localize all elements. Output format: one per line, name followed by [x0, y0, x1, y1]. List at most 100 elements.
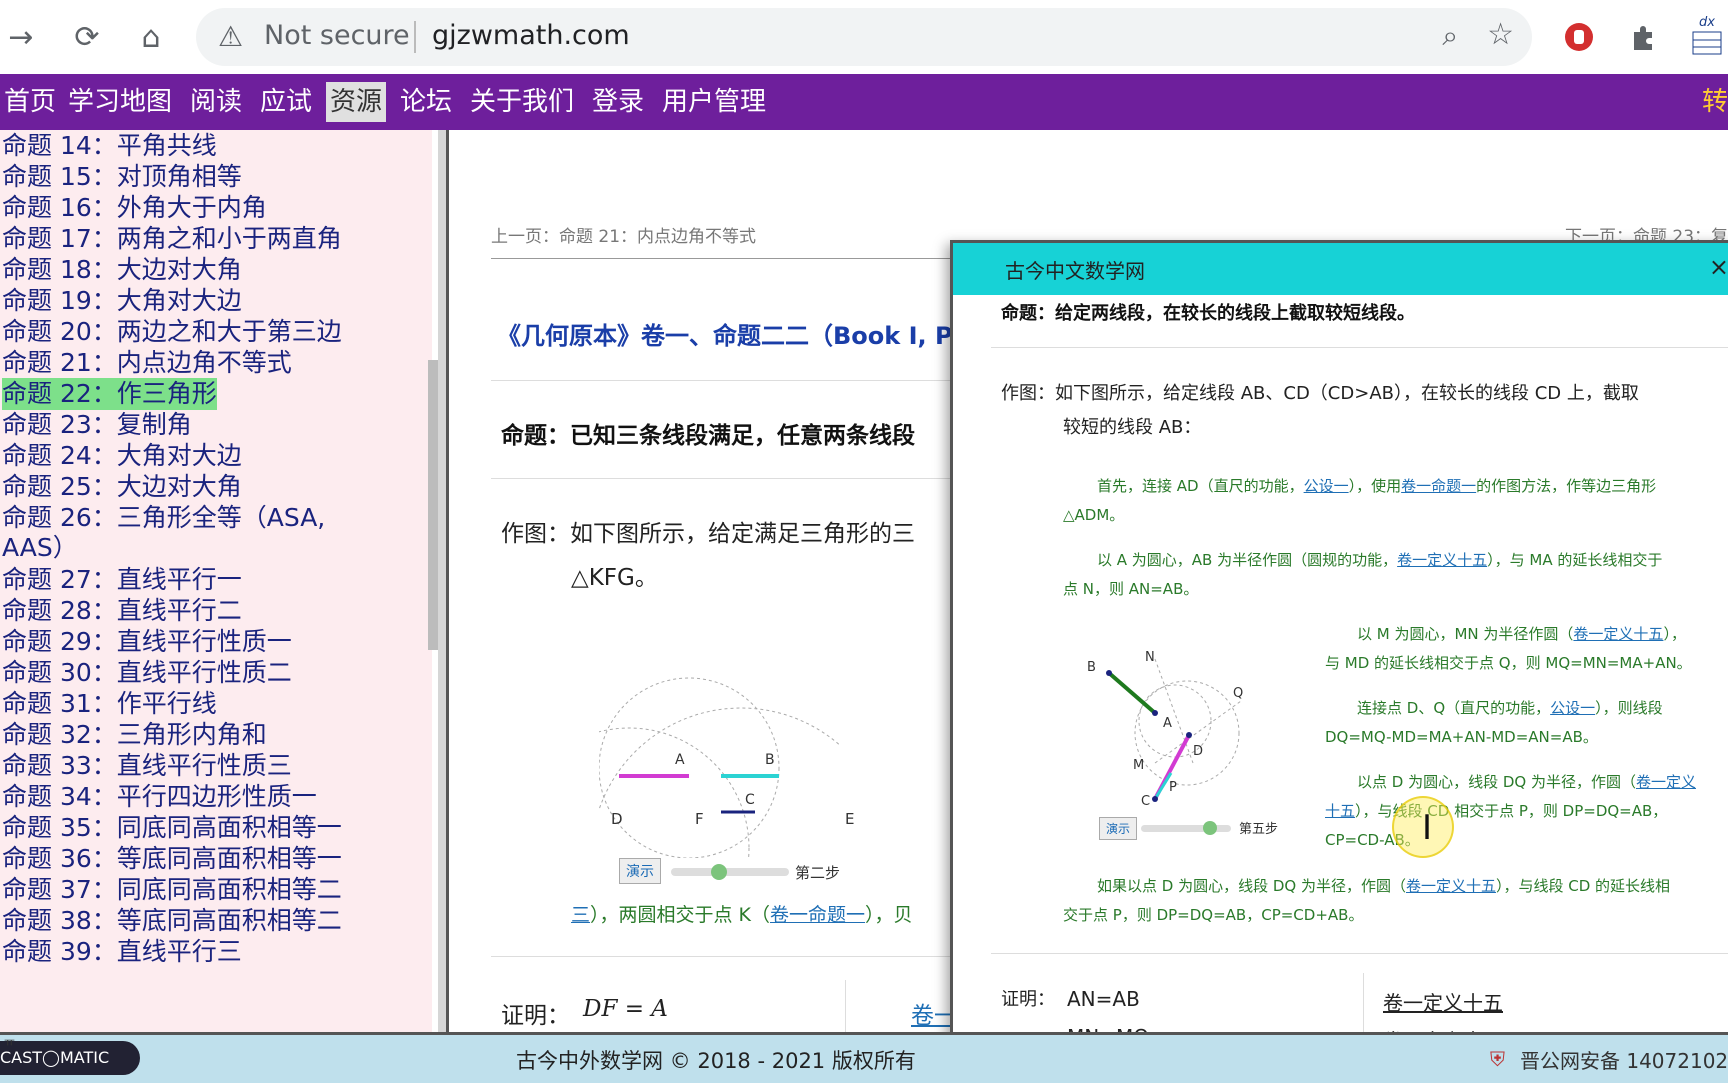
tail-text-c: ），贝: [865, 904, 913, 926]
sidebar-item[interactable]: 命题 24：大角对大边: [2, 440, 242, 472]
step-2-link[interactable]: 卷一定义十五: [1397, 551, 1487, 569]
sidebar-item[interactable]: 命题 37：同底同高面积相等二: [2, 874, 342, 906]
home-icon[interactable]: ⌂: [132, 18, 170, 56]
dialog-demo-button[interactable]: 演示: [1099, 817, 1138, 840]
nav-item-resources[interactable]: 资源: [326, 82, 387, 122]
sidebar-item[interactable]: 命题 33：直线平行性质三: [2, 750, 292, 782]
prev-page-link[interactable]: 上一页：命题 21：内点边角不等式: [491, 222, 756, 247]
step-1-d: △ADM。: [1063, 506, 1125, 524]
dialog-construction-1: 作图：如下图所示，给定线段 AB、CD（CD>AB），在较长的线段 CD 上，截…: [1001, 383, 1639, 404]
zoom-icon[interactable]: ⌕: [1442, 19, 1458, 53]
step-3-a: 以 M 为圆心，MN 为半径作圆（: [1357, 625, 1574, 643]
sidebar-item[interactable]: 命题 29：直线平行性质一: [2, 626, 292, 658]
nav-item-about[interactable]: 关于我们: [466, 82, 578, 122]
sidebar-item[interactable]: 命题 18：大边对大角: [2, 254, 242, 286]
profile-icon[interactable]: dx: [1686, 15, 1728, 56]
sidebar-item[interactable]: 命题 31：作平行线: [2, 688, 217, 720]
step-4-b: ），则线段: [1595, 699, 1663, 717]
sidebar-item[interactable]: 命题 30：直线平行性质二: [2, 657, 292, 689]
sidebar-item[interactable]: 命题 17：两角之和小于两直角: [2, 223, 342, 255]
nav-item-right[interactable]: 转: [1702, 82, 1728, 122]
step-5-a: 以点 D 为圆心，线段 DQ 为半径，作圆（: [1357, 773, 1636, 791]
step-slider-handle[interactable]: [711, 864, 727, 880]
url-text[interactable]: gjzwmath.com: [432, 20, 630, 51]
sidebar-scrollbar[interactable]: [428, 360, 438, 650]
sidebar-item[interactable]: 命题 27：直线平行一: [2, 564, 242, 596]
url-separator: [414, 21, 416, 53]
step-3-link[interactable]: 卷一定义十五: [1573, 625, 1663, 643]
forward-icon[interactable]: →: [2, 18, 40, 56]
nav-item-reading[interactable]: 阅读: [186, 82, 246, 122]
dialog-proof-label: 证明：: [1001, 989, 1055, 1010]
sidebar-item[interactable]: 命题 15：对顶角相等: [2, 161, 242, 193]
figure-label-a: A: [675, 752, 685, 768]
sidebar-item[interactable]: 命题 36：等底同高面积相等一: [2, 843, 342, 875]
warning-icon[interactable]: ⚠: [218, 20, 243, 53]
demo-button[interactable]: 演示: [619, 858, 661, 884]
step-4-c: DQ=MQ-MD=MA+AN-MD=AN=AB。: [1325, 728, 1598, 746]
star-icon[interactable]: ☆: [1487, 17, 1514, 52]
sidebar-item[interactable]: 命题 14：平角共线: [2, 130, 217, 162]
step-4-link[interactable]: 公设一: [1550, 699, 1595, 717]
sidebar-item[interactable]: 命题 21：内点边角不等式: [2, 347, 292, 379]
step-6-link[interactable]: 卷一定义十五: [1406, 877, 1496, 895]
nav-item-exam[interactable]: 应试: [256, 82, 316, 122]
sidebar-item[interactable]: 命题 16：外角大于内角: [2, 192, 267, 224]
step-5-link-2[interactable]: 十五: [1325, 802, 1355, 820]
dialog-divider-1: [991, 347, 1728, 348]
sidebar-item[interactable]: 命题 39：直线平行三: [2, 936, 242, 968]
step-1-c: 的作图方法，作等边三角形: [1476, 477, 1657, 495]
page-footer: CAST◯MATIC ㅠ 古今中外数学网 © 2018 - 2021 版权所有 …: [0, 1032, 1728, 1083]
sidebar-item[interactable]: 命题 34：平行四边形性质一: [2, 781, 317, 813]
sidebar-item-active[interactable]: 命题 22：作三角形: [2, 378, 217, 410]
dialog-proof-link[interactable]: 卷一定义十五: [1383, 987, 1503, 1016]
sidebar-item[interactable]: 命题 25：大边对大角: [2, 471, 242, 503]
nav-item-learning-map[interactable]: 学习地图: [64, 82, 176, 122]
police-badge-icon: ⛨: [1490, 1047, 1505, 1071]
step-label: 第二步: [795, 864, 841, 882]
sidebar-divider[interactable]: [438, 130, 446, 1032]
dialog-construction-2: 较短的线段 AB：: [1063, 417, 1202, 438]
sidebar-item[interactable]: 命题 20：两边之和大于第三边: [2, 316, 342, 348]
sidebar-item[interactable]: AAS）: [2, 532, 78, 564]
nav-item-forum[interactable]: 论坛: [396, 82, 456, 122]
step-1-link-1[interactable]: 公设一: [1304, 477, 1349, 495]
dlg-label-d: D: [1193, 744, 1203, 759]
reload-icon[interactable]: ⟳: [68, 18, 106, 56]
dialog-step-slider[interactable]: [1141, 821, 1231, 835]
sidebar-item[interactable]: 命题 23：复制角: [2, 409, 192, 441]
close-icon[interactable]: ×: [1709, 253, 1728, 281]
address-bar[interactable]: ⚠ Not secure gjzwmath.com ⌕ ☆: [196, 8, 1532, 66]
step-5-link[interactable]: 卷一定义: [1636, 773, 1696, 791]
construction-text-2: △KFG。: [571, 565, 658, 591]
step-1: 首先，连接 AD（直尺的功能，公设一），使用卷一命题一的作图方法，作等边三角形: [1097, 475, 1656, 496]
proof-label: 证明：: [501, 1003, 570, 1029]
dialog-step-slider-handle[interactable]: [1203, 821, 1217, 835]
step-4-a: 连接点 D、Q（直尺的功能，: [1357, 699, 1551, 717]
tail-link[interactable]: 卷一命题一: [770, 904, 865, 926]
sidebar-item[interactable]: 命题 19：大角对大边: [2, 285, 242, 317]
dialog-proof-divider: [1363, 973, 1364, 1039]
dlg-label-n: N: [1145, 650, 1155, 665]
sidebar-item[interactable]: 命题 32：三角形内角和: [2, 719, 267, 751]
step-slider[interactable]: [671, 864, 789, 880]
sidebar-item[interactable]: 命题 28：直线平行二: [2, 595, 242, 627]
footer-beian[interactable]: 晋公网安备 14072102000: [1520, 1045, 1728, 1074]
dlg-label-b: B: [1087, 660, 1096, 675]
sidebar-item[interactable]: 命题 26：三角形全等（ASA,: [2, 502, 325, 534]
step-1-link-2[interactable]: 卷一命题一: [1401, 477, 1476, 495]
dialog-header[interactable]: 古今中文数学网 ×: [953, 243, 1728, 295]
dlg-label-c: C: [1141, 794, 1150, 809]
nav-item-login[interactable]: 登录: [588, 82, 648, 122]
nav-item-home[interactable]: 首页: [0, 82, 60, 122]
sidebar-item[interactable]: 命题 35：同底同高面积相等一: [2, 812, 342, 844]
nav-item-user-admin[interactable]: 用户管理: [658, 82, 770, 122]
stop-extension-icon[interactable]: [1560, 18, 1598, 56]
step-2-b: ），与 MA 的延长线相交于: [1487, 551, 1663, 569]
tail-link-a[interactable]: 三: [571, 904, 590, 926]
recorder-watermark: CAST◯MATIC: [0, 1041, 140, 1075]
sidebar-item[interactable]: 命题 38：等底同高面积相等二: [2, 905, 342, 937]
security-label[interactable]: Not secure: [264, 20, 410, 51]
puzzle-icon[interactable]: [1624, 18, 1662, 56]
dialog-proposition: 命题：给定两线段，在较长的线段上截取较短线段。: [1001, 303, 1415, 324]
